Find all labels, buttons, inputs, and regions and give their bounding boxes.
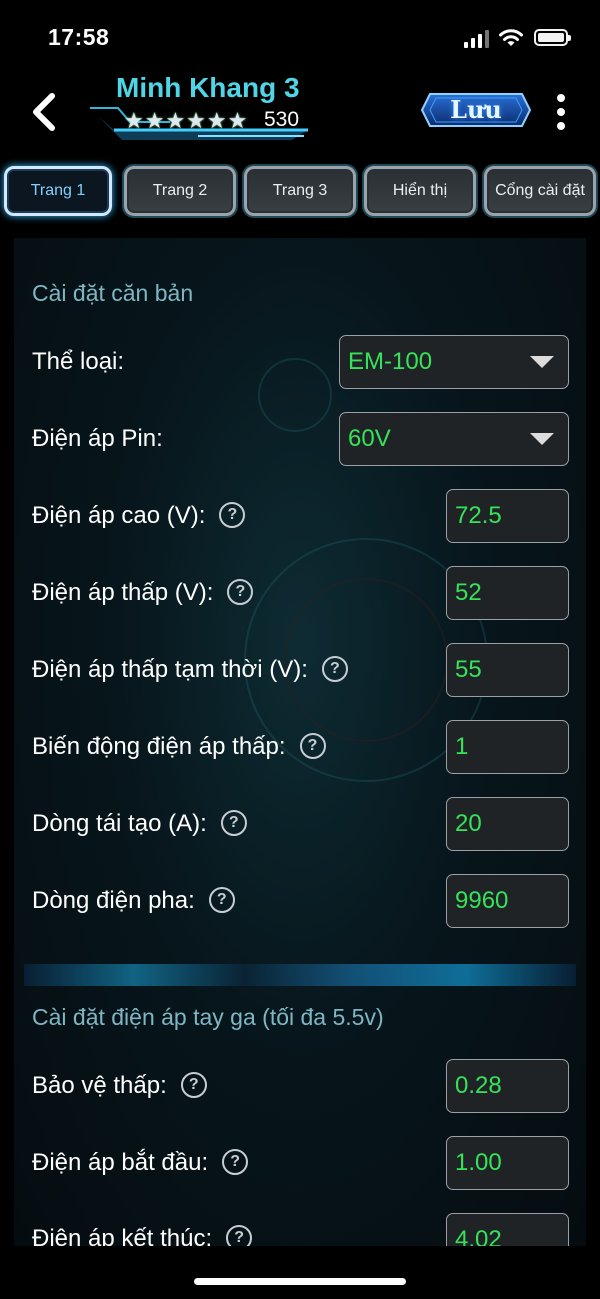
low-voltage-fluctuation-input[interactable] (447, 721, 568, 773)
end-voltage-label: Điện áp kết thúc: (32, 1225, 213, 1246)
save-button[interactable]: Lưu (420, 92, 532, 128)
type-select[interactable]: EM-100 (339, 335, 569, 389)
start-voltage-label: Điện áp bắt đầu: (32, 1149, 209, 1176)
phase-current-input[interactable] (447, 875, 568, 927)
battery-voltage-label: Điện áp Pin: (32, 425, 163, 452)
tab-trang-2[interactable]: Trang 2 (124, 166, 236, 216)
help-icon[interactable]: ? (227, 578, 254, 605)
back-chevron-icon[interactable] (26, 88, 66, 136)
regen-current-label: Dòng tái tạo (A): (32, 810, 207, 837)
low-protection-input[interactable] (447, 1060, 568, 1112)
low-voltage-fluctuation-label: Biến động điện áp thấp: (32, 733, 286, 760)
rating-count: 530 (264, 108, 300, 131)
dropdown-caret-icon (530, 433, 554, 445)
tab-hien-thi[interactable]: Hiển thị (364, 166, 476, 216)
help-icon[interactable]: ? (208, 886, 235, 913)
battery-voltage-select[interactable]: 60V (339, 412, 569, 466)
section-title-throttle: Cài đặt điện áp tay ga (tối đa 5.5v) (32, 1004, 384, 1030)
type-label: Thể loại: (32, 348, 125, 375)
low-voltage-fluctuation-row: Biến động điện áp thấp:? (32, 732, 326, 761)
help-icon[interactable]: ? (180, 1071, 207, 1098)
type-select-value: EM-100 (348, 348, 433, 375)
tab-cong-cai-dat[interactable]: Cổng cài đặt (484, 166, 596, 216)
help-icon[interactable]: ? (226, 1224, 253, 1246)
phase-current-field[interactable] (446, 874, 569, 928)
cellular-signal-icon (464, 30, 490, 48)
battery-icon (534, 29, 571, 46)
wifi-icon (499, 29, 523, 46)
save-button-label: Lưu (450, 95, 502, 124)
end-voltage-field[interactable] (446, 1213, 569, 1246)
end-voltage-row: Điện áp kết thúc:? (32, 1224, 253, 1246)
high-voltage-row: Điện áp cao (V):? (32, 501, 246, 530)
settings-panel[interactable]: Cài đặt căn bản Thể loại: EM-100 Điện áp… (14, 238, 586, 1246)
tab-trang-1[interactable]: Trang 1 (4, 166, 112, 216)
regen-current-input[interactable] (447, 798, 568, 850)
help-icon[interactable]: ? (222, 1148, 249, 1175)
background-circuit-ring (258, 358, 332, 432)
high-voltage-label: Điện áp cao (V): (32, 502, 206, 529)
temp-low-voltage-field[interactable] (446, 643, 569, 697)
regen-current-field[interactable] (446, 797, 569, 851)
phase-current-row: Dòng điện pha:? (32, 886, 235, 915)
status-bar: 17:58 (0, 0, 600, 70)
low-voltage-field[interactable] (446, 566, 569, 620)
regen-current-row: Dòng tái tạo (A):? (32, 809, 247, 838)
battery-voltage-select-value: 60V (348, 425, 391, 452)
low-voltage-fluctuation-field[interactable] (446, 720, 569, 774)
phase-current-label: Dòng điện pha: (32, 887, 195, 914)
low-voltage-input[interactable] (447, 567, 568, 619)
help-icon[interactable]: ? (299, 732, 326, 759)
home-indicator[interactable] (194, 1278, 406, 1285)
help-icon[interactable]: ? (220, 809, 247, 836)
high-voltage-field[interactable] (446, 489, 569, 543)
low-protection-field[interactable] (446, 1059, 569, 1113)
decorative-circuit-strip (24, 964, 576, 986)
page-tabs: Trang 1 Trang 2 Trang 3 Hiển thị Cổng cà… (0, 164, 600, 222)
start-voltage-input[interactable] (447, 1137, 568, 1189)
temp-low-voltage-row: Điện áp thấp tạm thời (V):? (32, 655, 348, 684)
status-time: 17:58 (48, 24, 110, 50)
start-voltage-row: Điện áp bắt đầu:? (32, 1148, 249, 1177)
end-voltage-input[interactable] (447, 1214, 568, 1246)
tab-trang-3[interactable]: Trang 3 (244, 166, 356, 216)
low-protection-row: Bảo vệ thấp:? (32, 1071, 207, 1100)
low-voltage-label: Điện áp thấp (V): (32, 579, 214, 606)
start-voltage-field[interactable] (446, 1136, 569, 1190)
device-title: Minh Khang 3 (116, 72, 300, 103)
low-protection-label: Bảo vệ thấp: (32, 1072, 167, 1099)
temp-low-voltage-input[interactable] (447, 644, 568, 696)
low-voltage-row: Điện áp thấp (V):? (32, 578, 254, 607)
help-icon[interactable]: ? (321, 655, 348, 682)
dropdown-caret-icon (530, 356, 554, 368)
high-voltage-input[interactable] (447, 490, 568, 542)
rating-stars: ★★★★★★ (124, 108, 249, 133)
more-options-icon[interactable] (552, 94, 570, 130)
section-title-basic: Cài đặt căn bản (32, 280, 194, 306)
app-header: Minh Khang 3 ★★★★★★ 530 Lưu (0, 70, 600, 160)
help-icon[interactable]: ? (219, 501, 246, 528)
temp-low-voltage-label: Điện áp thấp tạm thời (V): (32, 656, 308, 683)
